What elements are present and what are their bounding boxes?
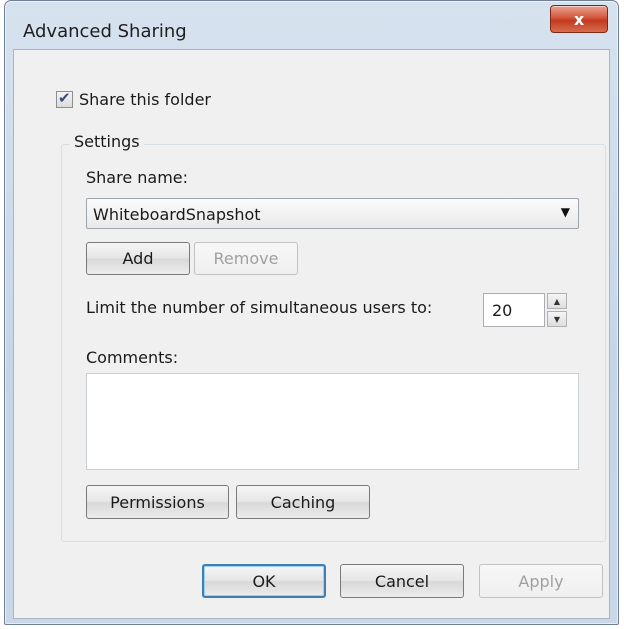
comments-textarea[interactable] bbox=[86, 373, 579, 470]
remove-button[interactable]: Remove bbox=[194, 242, 298, 275]
close-button[interactable]: x bbox=[550, 5, 608, 33]
close-icon: x bbox=[573, 9, 585, 29]
window-title: Advanced Sharing bbox=[23, 21, 187, 42]
share-name-value: WhiteboardSnapshot bbox=[93, 205, 261, 224]
user-limit-spinner[interactable]: 20 ▲ ▼ bbox=[483, 293, 567, 327]
advanced-sharing-dialog: Advanced Sharing x ✔ Share this folder S… bbox=[4, 0, 619, 625]
share-name-label: Share name: bbox=[86, 168, 189, 187]
settings-group-label: Settings bbox=[70, 132, 144, 151]
comments-label: Comments: bbox=[86, 348, 179, 367]
title-bar[interactable]: Advanced Sharing x bbox=[5, 1, 618, 43]
share-folder-label: Share this folder bbox=[79, 90, 211, 109]
apply-button[interactable]: Apply bbox=[479, 564, 603, 598]
caching-button[interactable]: Caching bbox=[236, 485, 370, 519]
share-name-dropdown[interactable]: WhiteboardSnapshot ▼ bbox=[86, 198, 579, 229]
checkbox-box[interactable]: ✔ bbox=[56, 89, 73, 108]
spin-down-icon[interactable]: ▼ bbox=[547, 311, 567, 327]
share-folder-checkbox[interactable]: ✔ Share this folder bbox=[56, 89, 211, 109]
permissions-button[interactable]: Permissions bbox=[86, 485, 229, 519]
user-limit-label: Limit the number of simultaneous users t… bbox=[86, 298, 433, 317]
chevron-down-icon[interactable]: ▼ bbox=[561, 205, 570, 219]
spin-up-icon[interactable]: ▲ bbox=[547, 293, 567, 309]
dialog-client-area: ✔ Share this folder Settings Share name:… bbox=[13, 49, 610, 619]
add-button[interactable]: Add bbox=[86, 242, 190, 275]
cancel-button[interactable]: Cancel bbox=[340, 564, 464, 598]
user-limit-input[interactable]: 20 bbox=[483, 293, 545, 327]
checkmark-icon: ✔ bbox=[58, 89, 71, 107]
ok-button[interactable]: OK bbox=[202, 564, 326, 598]
